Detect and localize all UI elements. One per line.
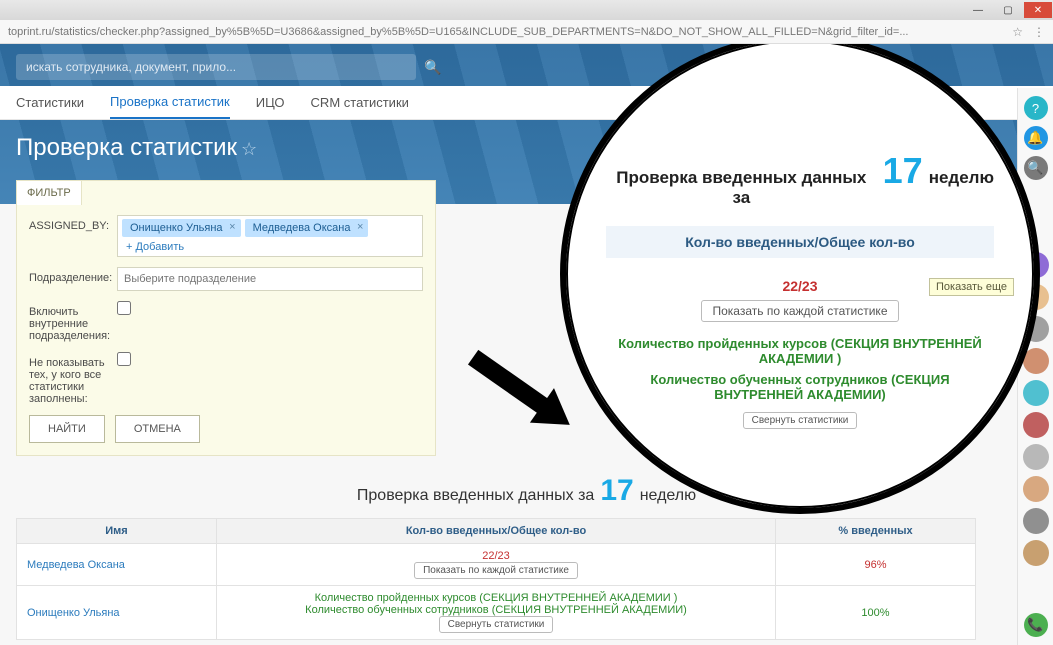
lens-stat-line-2: Количество обученных сотрудников (СЕКЦИЯ… bbox=[606, 372, 994, 402]
remove-tag-icon[interactable]: × bbox=[357, 221, 363, 233]
col-count[interactable]: Кол-во введенных/Общее кол-во bbox=[217, 519, 776, 544]
tab-ico[interactable]: ИЦО bbox=[256, 87, 285, 118]
add-user-link[interactable]: + Добавить bbox=[126, 241, 184, 253]
col-pct[interactable]: % введенных bbox=[776, 519, 976, 544]
cancel-button[interactable]: ОТМЕНА bbox=[115, 415, 200, 443]
tab-crm-statistics[interactable]: CRM статистики bbox=[311, 87, 409, 118]
department-label: Подразделение: bbox=[29, 267, 109, 284]
avatar[interactable] bbox=[1023, 508, 1049, 534]
stat-line: Количество пройденных курсов (СЕКЦИЯ ВНУ… bbox=[227, 592, 765, 604]
tag-user-2: Медведева Оксана× bbox=[245, 219, 369, 237]
show-more-tooltip[interactable]: Показать еще bbox=[929, 278, 1014, 296]
address-bar: toprint.ru/statistics/checker.php?assign… bbox=[0, 20, 1053, 44]
show-per-stat-button[interactable]: Показать по каждой статистике bbox=[414, 562, 578, 579]
lens-show-per-stat-button[interactable]: Показать по каждой статистике bbox=[701, 300, 898, 322]
find-button[interactable]: НАЙТИ bbox=[29, 415, 105, 443]
avatar[interactable] bbox=[1023, 476, 1049, 502]
results-table: Имя Кол-во введенных/Общее кол-во % введ… bbox=[16, 518, 976, 640]
side-rail: ? 🔔 🔍 📞 bbox=[1017, 88, 1053, 645]
lens-week-number: 17 bbox=[883, 150, 923, 192]
avatar[interactable] bbox=[1023, 444, 1049, 470]
hide-filled-checkbox[interactable] bbox=[117, 352, 131, 366]
lens-title-prefix: Проверка введенных данных за bbox=[606, 168, 877, 208]
menu-icon[interactable]: ⋮ bbox=[1033, 25, 1045, 39]
filter-panel: ФИЛЬТР ASSIGNED_BY: Онищенко Ульяна× Мед… bbox=[16, 180, 436, 456]
assigned-by-field[interactable]: Онищенко Ульяна× Медведева Оксана× + Доб… bbox=[117, 215, 423, 257]
help-icon[interactable]: ? bbox=[1024, 96, 1048, 120]
rail-search-icon[interactable]: 🔍 bbox=[1024, 156, 1048, 180]
tab-check-statistics[interactable]: Проверка статистик bbox=[110, 86, 230, 119]
star-icon[interactable]: ☆ bbox=[1012, 25, 1023, 39]
assigned-by-label: ASSIGNED_BY: bbox=[29, 215, 109, 232]
row-pct: 100% bbox=[776, 586, 976, 640]
tab-statistics[interactable]: Статистики bbox=[16, 87, 84, 118]
collapse-stats-button[interactable]: Свернуть статистики bbox=[439, 616, 554, 633]
window-minimize[interactable]: — bbox=[964, 2, 992, 18]
table-row: Онищенко Ульяна Количество пройденных ку… bbox=[17, 586, 976, 640]
url-text[interactable]: toprint.ru/statistics/checker.php?assign… bbox=[8, 26, 1012, 38]
avatar[interactable] bbox=[1023, 412, 1049, 438]
remove-tag-icon[interactable]: × bbox=[229, 221, 235, 233]
include-sub-label: Включить внутренние подразделения: bbox=[29, 301, 109, 342]
col-name[interactable]: Имя bbox=[17, 519, 217, 544]
lens-stat-line-1: Количество пройденных курсов (СЕКЦИЯ ВНУ… bbox=[606, 336, 994, 366]
row-count: 22/23 bbox=[227, 550, 765, 562]
lens-subtitle: Кол-во введенных/Общее кол-во bbox=[606, 226, 994, 258]
call-icon[interactable]: 📞 bbox=[1024, 613, 1048, 637]
magnifier-callout: Проверка введенных данных за 17 неделю К… bbox=[560, 44, 1040, 514]
avatar[interactable] bbox=[1023, 540, 1049, 566]
search-icon[interactable]: 🔍 bbox=[424, 59, 441, 76]
tag-user-1: Онищенко Ульяна× bbox=[122, 219, 241, 237]
window-controls: — ▢ ✕ bbox=[0, 0, 1053, 20]
row-pct: 96% bbox=[776, 544, 976, 586]
window-maximize[interactable]: ▢ bbox=[994, 2, 1022, 18]
stat-line: Количество обученных сотрудников (СЕКЦИЯ… bbox=[227, 604, 765, 616]
lens-title-suffix: неделю bbox=[929, 168, 994, 188]
window-close[interactable]: ✕ bbox=[1024, 2, 1052, 18]
row-name[interactable]: Онищенко Ульяна bbox=[17, 586, 217, 640]
search-input[interactable] bbox=[16, 54, 416, 80]
row-name[interactable]: Медведева Оксана bbox=[17, 544, 217, 586]
hide-filled-label: Не показывать тех, у кого все статистики… bbox=[29, 352, 109, 405]
include-sub-checkbox[interactable] bbox=[117, 301, 131, 315]
department-input[interactable] bbox=[117, 267, 423, 291]
favorite-icon[interactable]: ☆ bbox=[241, 139, 257, 159]
filter-tab[interactable]: ФИЛЬТР bbox=[16, 180, 82, 205]
table-row: Медведева Оксана 22/23 Показать по каждо… bbox=[17, 544, 976, 586]
lens-collapse-button[interactable]: Свернуть статистики bbox=[743, 412, 858, 429]
avatar[interactable] bbox=[1023, 380, 1049, 406]
notifications-icon[interactable]: 🔔 bbox=[1024, 126, 1048, 150]
